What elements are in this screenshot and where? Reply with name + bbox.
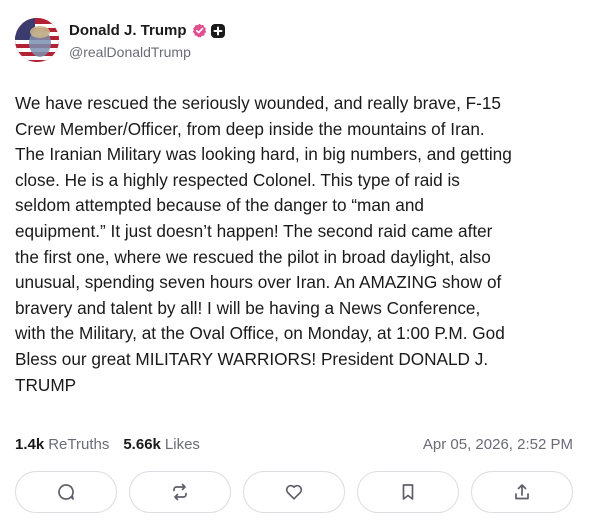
retruths-stat[interactable]: 1.4k ReTruths [15, 436, 109, 453]
likes-label: Likes [164, 435, 200, 453]
likes-count: 5.66k [123, 435, 161, 453]
reply-button[interactable] [15, 471, 117, 513]
retruths-label: ReTruths [48, 435, 110, 453]
share-icon [512, 482, 532, 502]
reply-icon [56, 482, 76, 502]
post-card: Donald J. Trump @realDonaldTrump We have… [0, 0, 591, 527]
retruth-button[interactable] [129, 471, 231, 513]
like-button[interactable] [243, 471, 345, 513]
post-header: Donald J. Trump @realDonaldTrump [15, 18, 225, 62]
plus-badge-icon [210, 23, 225, 38]
retruth-icon [170, 482, 190, 502]
verified-badge-icon [192, 23, 207, 38]
post-text: We have rescued the seriously wounded, a… [15, 93, 512, 395]
bookmark-icon [398, 482, 418, 502]
avatar-image [15, 18, 59, 62]
display-name[interactable]: Donald J. Trump [69, 22, 187, 39]
user-handle[interactable]: @realDonaldTrump [69, 44, 225, 60]
heart-icon [284, 482, 304, 502]
retruths-count: 1.4k [15, 435, 45, 453]
share-button[interactable] [471, 471, 573, 513]
action-bar [15, 471, 573, 513]
likes-stat[interactable]: 5.66k Likes [123, 436, 200, 453]
post-stats: 1.4k ReTruths 5.66k Likes Apr 05, 2026, … [15, 434, 573, 454]
post-timestamp[interactable]: Apr 05, 2026, 2:52 PM [423, 436, 573, 453]
bookmark-button[interactable] [357, 471, 459, 513]
avatar[interactable] [15, 18, 59, 62]
